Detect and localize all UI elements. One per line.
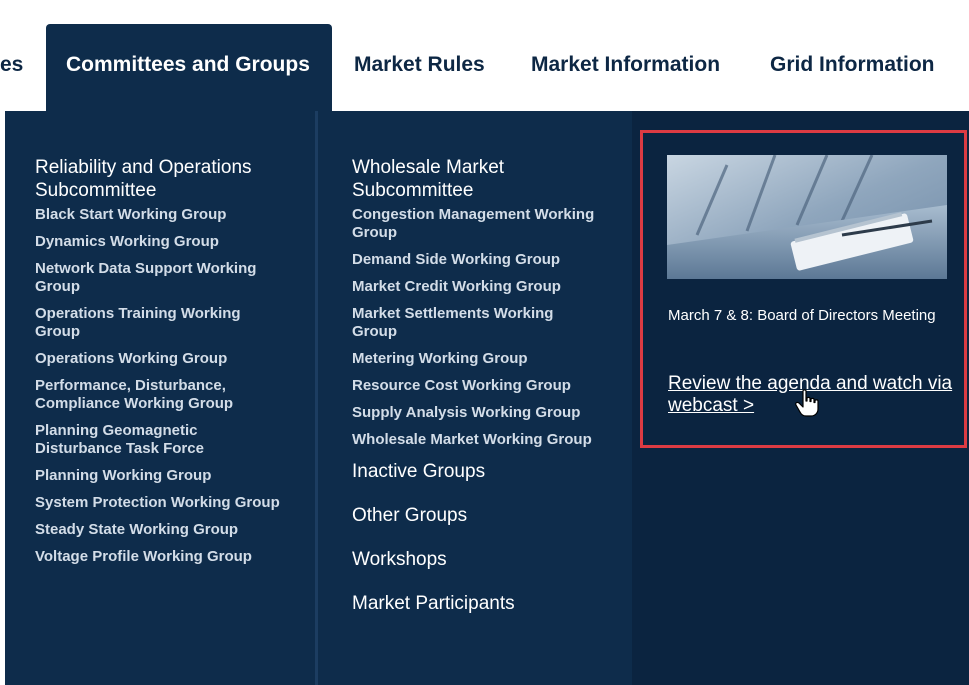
link-workshops[interactable]: Workshops [352,549,597,571]
nav-item-partial[interactable]: es [0,53,23,77]
menu-column-reliability: Reliability and Operations Subcommittee … [35,156,280,575]
column-divider [315,111,318,685]
link-black-start[interactable]: Black Start Working Group [35,206,280,224]
link-wholesale-market[interactable]: Wholesale Market Working Group [352,431,597,449]
nav-item-market-rules[interactable]: Market Rules [354,53,485,77]
link-metering[interactable]: Metering Working Group [352,350,597,368]
link-system-protection[interactable]: System Protection Working Group [35,494,280,512]
other-links: Inactive Groups Other Groups Workshops M… [352,461,597,615]
link-market-settlements[interactable]: Market Settlements Working Group [352,305,597,341]
link-supply-analysis[interactable]: Supply Analysis Working Group [352,404,597,422]
link-dynamics[interactable]: Dynamics Working Group [35,233,280,251]
link-other-groups[interactable]: Other Groups [352,505,597,527]
link-congestion-management[interactable]: Congestion Management Working Group [352,206,597,242]
link-planning[interactable]: Planning Working Group [35,467,280,485]
link-market-credit[interactable]: Market Credit Working Group [352,278,597,296]
boardroom-photo [667,155,947,279]
hand-pointer-icon [795,389,819,417]
link-network-data-support[interactable]: Network Data Support Working Group [35,260,280,296]
wholesale-links: Congestion Management Working Group Dema… [352,206,597,449]
main-nav: es Committees and Groups Market Rules Ma… [0,0,969,112]
nav-item-grid-information[interactable]: Grid Information [770,53,935,77]
link-operations[interactable]: Operations Working Group [35,350,280,368]
link-operations-training[interactable]: Operations Training Working Group [35,305,280,341]
link-resource-cost[interactable]: Resource Cost Working Group [352,377,597,395]
link-voltage-profile[interactable]: Voltage Profile Working Group [35,548,280,566]
link-market-participants[interactable]: Market Participants [352,593,597,615]
nav-item-market-information[interactable]: Market Information [531,53,720,77]
link-demand-side[interactable]: Demand Side Working Group [352,251,597,269]
link-performance-disturbance[interactable]: Performance, Disturbance, Compliance Wor… [35,377,280,413]
feature-caption: March 7 & 8: Board of Directors Meeting [668,307,936,324]
nav-item-label: Committees and Groups [66,53,310,76]
link-steady-state[interactable]: Steady State Working Group [35,521,280,539]
heading-wholesale-market[interactable]: Wholesale Market Subcommittee [352,156,597,202]
heading-reliability-operations[interactable]: Reliability and Operations Subcommittee [35,156,280,202]
nav-item-committees-and-groups[interactable]: Committees and Groups [46,24,332,112]
link-geomagnetic-disturbance[interactable]: Planning Geomagnetic Disturbance Task Fo… [35,422,280,458]
menu-column-wholesale: Wholesale Market Subcommittee Congestion… [352,156,597,637]
reliability-links: Black Start Working Group Dynamics Worki… [35,206,280,566]
link-inactive-groups[interactable]: Inactive Groups [352,461,597,483]
